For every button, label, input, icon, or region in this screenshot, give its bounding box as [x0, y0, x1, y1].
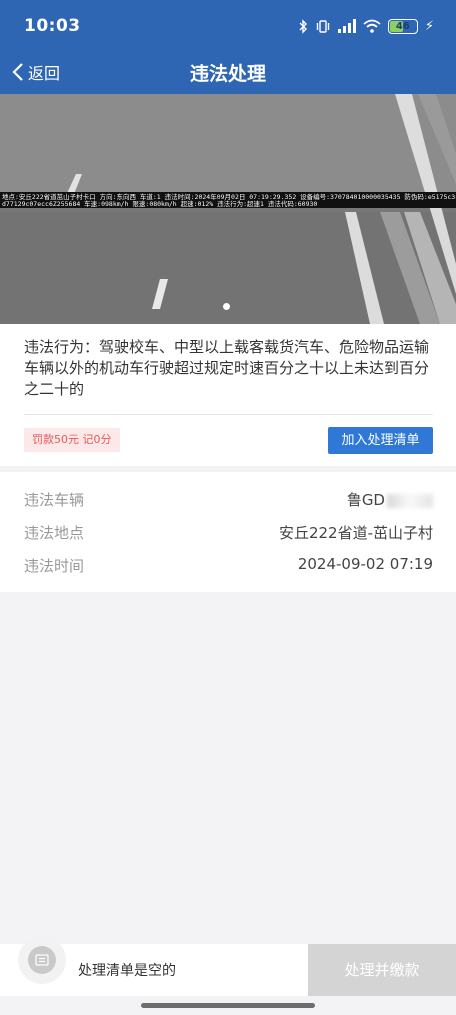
plate-number: 鲁GD: [346, 491, 385, 509]
add-to-list-button[interactable]: 加入处理清单: [328, 427, 433, 454]
signal-icon: [337, 19, 356, 33]
battery-icon: 46: [387, 18, 418, 34]
page-title: 违法处理: [189, 63, 266, 85]
violation-photo[interactable]: 地点:安丘222省道茁山子村卡口 方向:东向西 车道:1 违法时间:2024年0…: [0, 94, 456, 324]
time-value: 2024-09-02 07:19: [297, 555, 433, 573]
location-value: 安丘222省道-茁山子村: [278, 524, 433, 542]
vibrate-icon: [316, 19, 330, 33]
status-bar: 10:03 46 ⚡: [0, 0, 456, 50]
processing-list-button[interactable]: [18, 936, 66, 984]
charging-icon: ⚡: [424, 18, 434, 34]
nav-bar: 返回 违法处理: [0, 50, 456, 94]
plate-redaction: [387, 493, 433, 508]
fine-badge: 罚款50元 记0分: [24, 428, 120, 452]
detail-row-time: 违法时间 2024-09-02 07:19: [24, 555, 433, 577]
wifi-icon: [363, 19, 381, 33]
list-icon: [28, 946, 56, 974]
divider: [24, 414, 433, 415]
vehicle-label: 违法车辆: [24, 491, 85, 509]
empty-list-text: 处理清单是空的: [78, 963, 176, 979]
app-header: 10:03 46 ⚡ 返回 违法处理: [0, 0, 456, 94]
vehicle-value: 鲁GD: [347, 489, 433, 510]
bluetooth-icon: [299, 18, 307, 34]
violation-description: 违法行为：驾驶校车、中型以上载客载货汽车、危险物品运输车辆以外的机动车行驶超过规…: [24, 338, 430, 398]
photo-overlay-line2: d77129c07ecc6Z255684 车速:098km/h 限速:080km…: [2, 200, 318, 208]
bottom-bar: 处理清单是空的 处理并缴款: [0, 936, 456, 996]
page-indicator-dot: [223, 303, 230, 310]
status-time: 10:03: [24, 16, 81, 36]
detail-row-vehicle: 违法车辆 鲁GD: [24, 489, 433, 511]
battery-level: 46: [395, 20, 410, 32]
road-scene: [0, 94, 456, 324]
detail-row-location: 违法地点 安丘222省道-茁山子村: [24, 522, 433, 544]
process-and-pay-button[interactable]: 处理并缴款: [308, 944, 456, 996]
location-label: 违法地点: [24, 524, 85, 542]
violation-card: 违法行为：驾驶校车、中型以上载客载货汽车、危险物品运输车辆以外的机动车行驶超过规…: [0, 324, 456, 466]
time-label: 违法时间: [24, 557, 85, 575]
violation-details: 违法车辆 鲁GD 违法地点 安丘222省道-茁山子村 违法时间 2024-09-…: [0, 472, 456, 592]
home-indicator[interactable]: [141, 1003, 315, 1008]
status-icons: 46 ⚡: [299, 17, 434, 35]
